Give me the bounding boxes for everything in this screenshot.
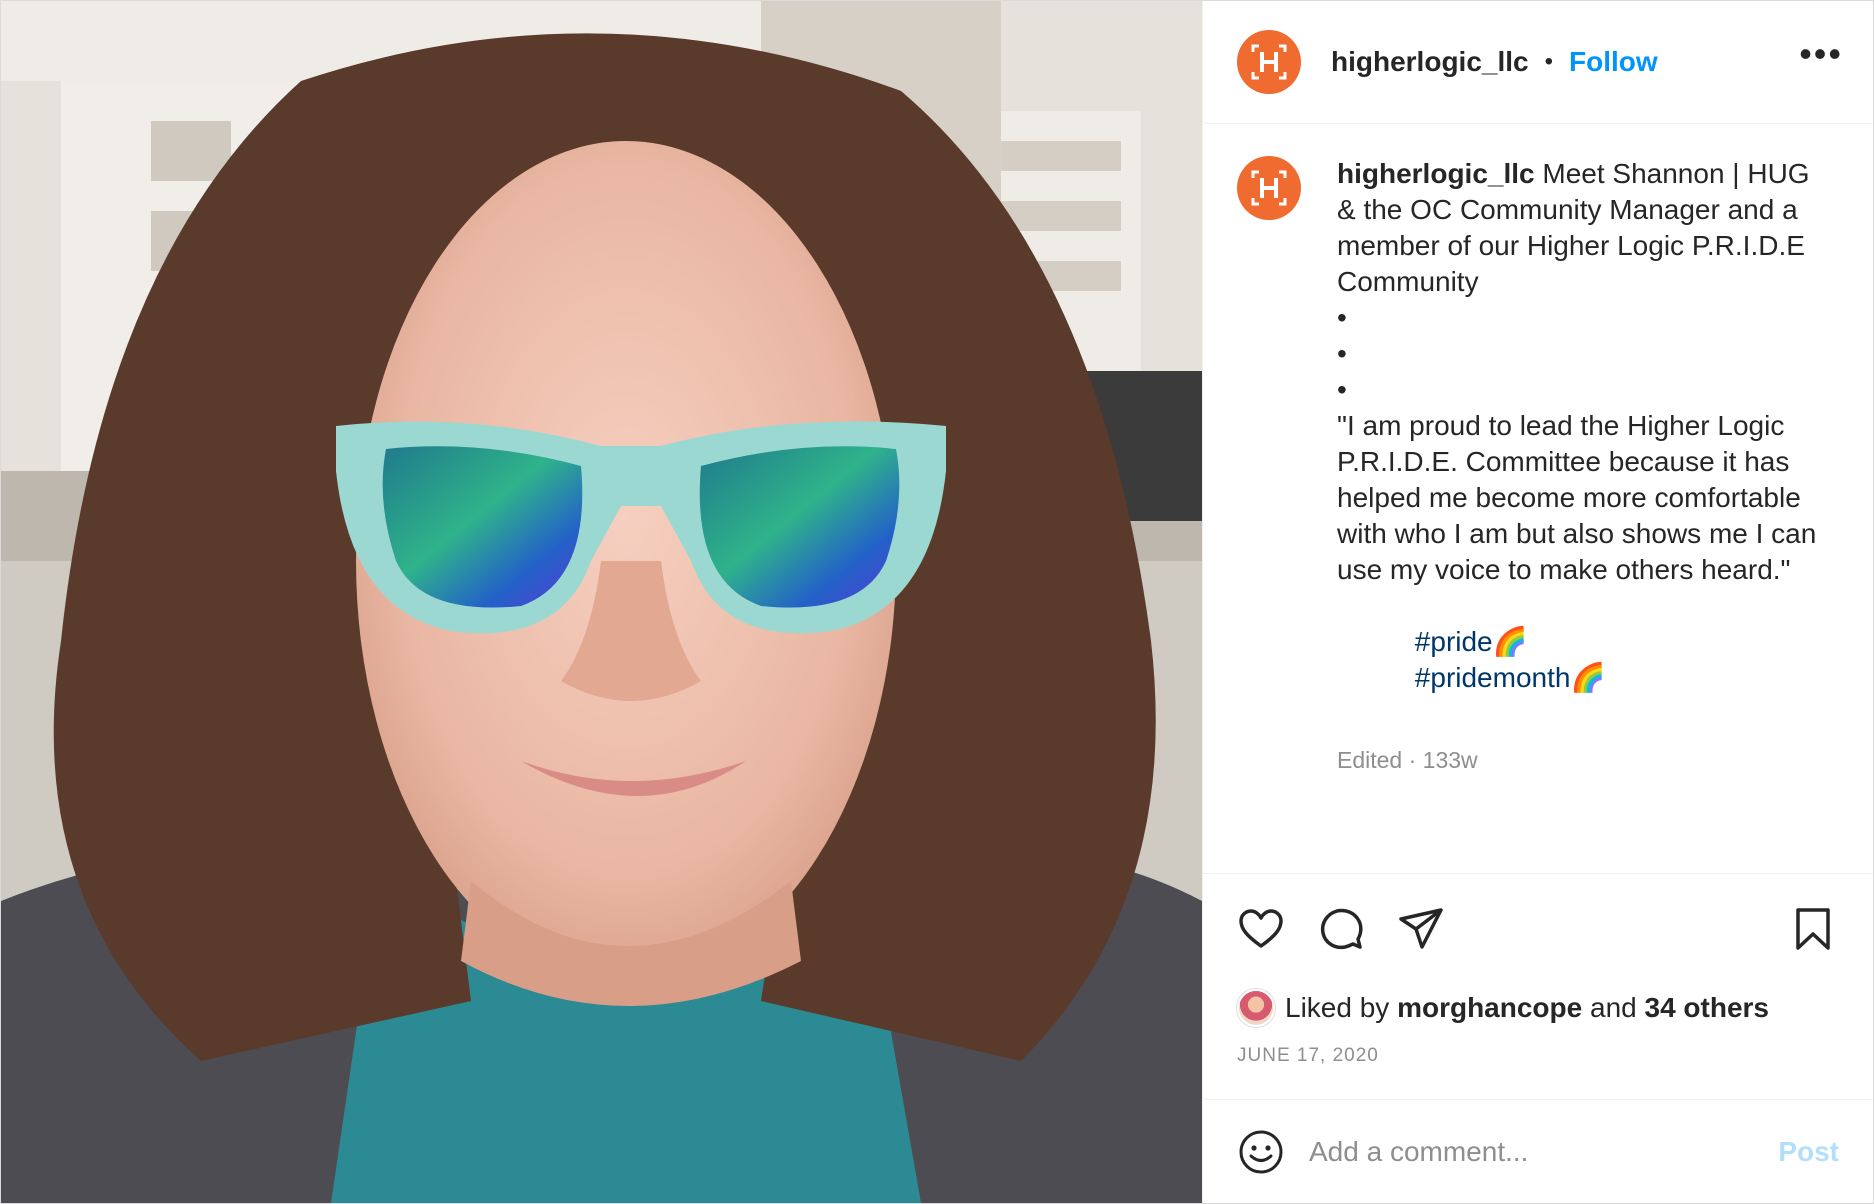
more-options-icon[interactable]: ••• <box>1799 36 1843 80</box>
post-comment-button[interactable]: Post <box>1778 1136 1839 1168</box>
likes-others-link[interactable]: 34 others <box>1645 992 1770 1024</box>
post-photo[interactable] <box>1 1 1202 1203</box>
caption-text: Meet Shannon | HUG & the OC Community Ma… <box>1337 158 1817 585</box>
caption-avatar[interactable] <box>1237 156 1301 220</box>
post-date[interactable]: JUNE 17, 2020 <box>1203 1033 1873 1099</box>
header-username[interactable]: higherlogic_llc <box>1331 46 1529 78</box>
hashtag-link[interactable]: #pride🌈 <box>1415 626 1528 657</box>
caption-meta: Edited · 133w <box>1337 747 1478 773</box>
account-avatar[interactable] <box>1237 30 1301 94</box>
bookmark-icon[interactable] <box>1789 905 1837 953</box>
post-age[interactable]: 133w <box>1423 747 1478 773</box>
likes-summary: Liked by morghancope and 34 others <box>1203 983 1873 1033</box>
liker-avatar[interactable] <box>1237 989 1275 1027</box>
emoji-icon[interactable] <box>1237 1128 1285 1176</box>
follow-button[interactable]: Follow <box>1569 46 1658 78</box>
liked-by-label: Liked by <box>1285 992 1390 1023</box>
caption: higherlogic_llc Meet Shannon | HUG & the… <box>1337 156 1817 873</box>
caption-section: higherlogic_llc Meet Shannon | HUG & the… <box>1203 124 1873 873</box>
higher-logic-logo-icon <box>1251 44 1287 80</box>
header-separator: • <box>1544 48 1554 75</box>
higher-logic-logo-icon <box>1251 170 1287 206</box>
instagram-post: higherlogic_llc • Follow ••• higherlogic… <box>0 0 1874 1204</box>
heart-icon[interactable] <box>1237 905 1285 953</box>
liker-username[interactable]: morghancope <box>1397 992 1582 1024</box>
edited-label: Edited <box>1337 747 1403 773</box>
caption-username[interactable]: higherlogic_llc <box>1337 158 1535 189</box>
hashtag-link[interactable]: #pridemonth🌈 <box>1415 662 1606 693</box>
post-sidebar: higherlogic_llc • Follow ••• higherlogic… <box>1202 1 1873 1203</box>
action-bar <box>1203 873 1873 983</box>
comment-input[interactable] <box>1309 1135 1779 1168</box>
share-icon[interactable] <box>1397 905 1445 953</box>
comment-icon[interactable] <box>1317 905 1365 953</box>
likes-and-label: and <box>1590 992 1637 1023</box>
selfie-image <box>1 1 1202 1203</box>
comment-form: Post <box>1203 1099 1873 1203</box>
post-header: higherlogic_llc • Follow ••• <box>1203 1 1873 124</box>
